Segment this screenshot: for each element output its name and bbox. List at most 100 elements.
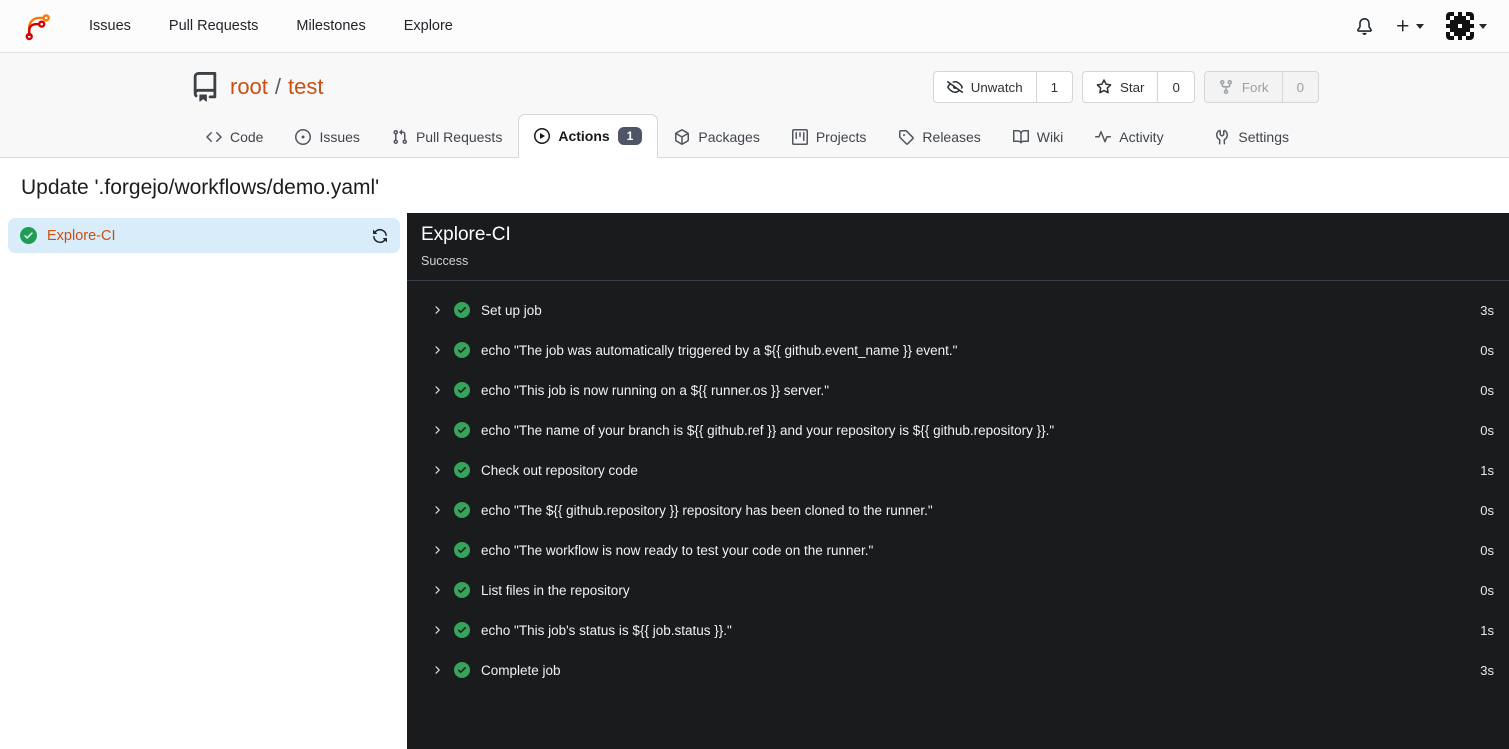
- tab-pull-requests[interactable]: Pull Requests: [376, 116, 518, 157]
- step-duration: 0s: [1480, 342, 1494, 358]
- tag-icon: [898, 129, 915, 146]
- chevron-right-icon: [431, 504, 443, 516]
- step-duration: 3s: [1480, 662, 1494, 678]
- navbar-right: [1356, 12, 1487, 40]
- step-duration: 0s: [1480, 582, 1494, 598]
- fork-icon: [1219, 80, 1232, 95]
- chevron-down-icon: [1416, 23, 1424, 29]
- chevron-right-icon: [431, 424, 443, 436]
- tab-wiki[interactable]: Wiki: [997, 116, 1079, 157]
- nav-issues[interactable]: Issues: [76, 10, 144, 42]
- step-name: echo "The name of your branch is ${{ git…: [481, 422, 1055, 438]
- step-success-check-icon: [454, 342, 470, 359]
- issue-opened-icon: [295, 129, 312, 146]
- tab-actions[interactable]: Actions 1: [518, 114, 659, 159]
- chevron-right-icon: [431, 344, 443, 356]
- actions-run-view: Explore-CI Explore-CI Success Set up job…: [0, 213, 1509, 749]
- tab-packages[interactable]: Packages: [658, 116, 775, 157]
- job-step-row[interactable]: echo "The name of your branch is ${{ git…: [407, 410, 1509, 450]
- chevron-right-icon: [431, 624, 443, 636]
- step-duration: 0s: [1480, 542, 1494, 558]
- watchers-count[interactable]: 1: [1036, 71, 1074, 103]
- step-name: List files in the repository: [481, 582, 630, 598]
- step-success-check-icon: [454, 462, 470, 479]
- step-name: Set up job: [481, 302, 542, 318]
- step-success-check-icon: [454, 622, 470, 639]
- tools-icon: [1214, 129, 1230, 145]
- breadcrumb-separator: /: [274, 74, 282, 99]
- job-step-row[interactable]: echo "This job is now running on a ${{ r…: [407, 370, 1509, 410]
- star-button[interactable]: Star: [1082, 71, 1159, 103]
- job-step-row[interactable]: echo "This job's status is ${{ job.statu…: [407, 610, 1509, 650]
- job-step-row[interactable]: echo "The workflow is now ready to test …: [407, 530, 1509, 570]
- repo-tabs: Code Issues Pull Requests Actions 1 Pack…: [190, 114, 1319, 159]
- forks-count[interactable]: 0: [1282, 71, 1319, 103]
- tab-issues[interactable]: Issues: [279, 116, 375, 157]
- notifications-bell-icon[interactable]: [1356, 17, 1373, 35]
- step-name: echo "The workflow is now ready to test …: [481, 542, 874, 558]
- step-success-check-icon: [454, 542, 470, 559]
- nav-explore[interactable]: Explore: [391, 10, 466, 42]
- stars-count[interactable]: 0: [1158, 71, 1195, 103]
- step-name: echo "The ${{ github.repository }} repos…: [481, 502, 933, 518]
- step-name: echo "The job was automatically triggere…: [481, 342, 958, 358]
- fork-button-group: Fork 0: [1203, 71, 1319, 103]
- step-duration: 0s: [1480, 382, 1494, 398]
- step-success-check-icon: [454, 382, 470, 399]
- chevron-right-icon: [431, 664, 443, 676]
- step-duration: 3s: [1480, 302, 1494, 318]
- step-success-check-icon: [454, 422, 470, 439]
- repo-name-link[interactable]: test: [288, 74, 323, 99]
- repo-header-section: root / test Unwatch 1 Star 0 Fork 0 Code…: [0, 53, 1509, 159]
- tab-releases[interactable]: Releases: [882, 116, 996, 157]
- step-list: Set up job 3s echo "The job was automati…: [407, 281, 1509, 699]
- tab-projects[interactable]: Projects: [776, 116, 883, 157]
- star-button-group: Star 0: [1082, 71, 1195, 103]
- forgejo-logo-icon[interactable]: [22, 10, 54, 42]
- job-step-row[interactable]: Complete job 3s: [407, 650, 1509, 690]
- eye-closed-icon: [946, 81, 963, 94]
- actions-count-badge: 1: [617, 127, 643, 146]
- pulse-icon: [1095, 129, 1112, 145]
- rerun-job-icon[interactable]: [372, 228, 388, 244]
- nav-milestones[interactable]: Milestones: [283, 10, 378, 42]
- job-step-row[interactable]: List files in the repository 0s: [407, 570, 1509, 610]
- top-navbar: Issues Pull Requests Milestones Explore: [0, 0, 1509, 53]
- forgejo-app: Issues Pull Requests Milestones Explore: [0, 0, 1509, 749]
- job-list-item-explore-ci[interactable]: Explore-CI: [8, 218, 400, 254]
- create-new-menu[interactable]: [1395, 18, 1424, 34]
- repo-breadcrumb: root / test: [230, 74, 324, 100]
- job-step-row[interactable]: Set up job 3s: [407, 290, 1509, 330]
- chevron-right-icon: [431, 584, 443, 596]
- package-icon: [674, 129, 690, 146]
- repo-owner-link[interactable]: root: [230, 74, 268, 99]
- user-menu[interactable]: [1446, 12, 1487, 40]
- job-step-row[interactable]: echo "The job was automatically triggere…: [407, 330, 1509, 370]
- job-step-row[interactable]: echo "The ${{ github.repository }} repos…: [407, 490, 1509, 530]
- job-log-title: Explore-CI: [421, 224, 511, 246]
- job-success-check-icon: [20, 227, 37, 245]
- star-icon: [1096, 79, 1112, 94]
- step-success-check-icon: [454, 582, 470, 599]
- job-step-row[interactable]: Check out repository code 1s: [407, 450, 1509, 490]
- chevron-right-icon: [431, 304, 443, 316]
- step-success-check-icon: [454, 502, 470, 519]
- step-success-check-icon: [454, 662, 470, 679]
- code-icon: [206, 129, 222, 145]
- chevron-down-icon: [1479, 23, 1487, 29]
- nav-pull-requests[interactable]: Pull Requests: [156, 10, 271, 42]
- git-pull-request-icon: [392, 129, 408, 145]
- tab-code[interactable]: Code: [190, 116, 279, 157]
- unwatch-button[interactable]: Unwatch: [932, 71, 1037, 103]
- tab-settings[interactable]: Settings: [1198, 116, 1305, 157]
- step-duration: 0s: [1480, 502, 1494, 518]
- step-duration: 1s: [1480, 622, 1494, 638]
- step-success-check-icon: [454, 302, 470, 319]
- chevron-right-icon: [431, 464, 443, 476]
- job-log-panel: Explore-CI Success Set up job 3s echo "T…: [407, 213, 1509, 749]
- step-duration: 1s: [1480, 462, 1494, 478]
- tab-activity[interactable]: Activity: [1079, 116, 1179, 157]
- watch-button-group: Unwatch 1: [932, 71, 1074, 103]
- job-name: Explore-CI: [47, 227, 116, 244]
- fork-button[interactable]: Fork: [1203, 71, 1283, 103]
